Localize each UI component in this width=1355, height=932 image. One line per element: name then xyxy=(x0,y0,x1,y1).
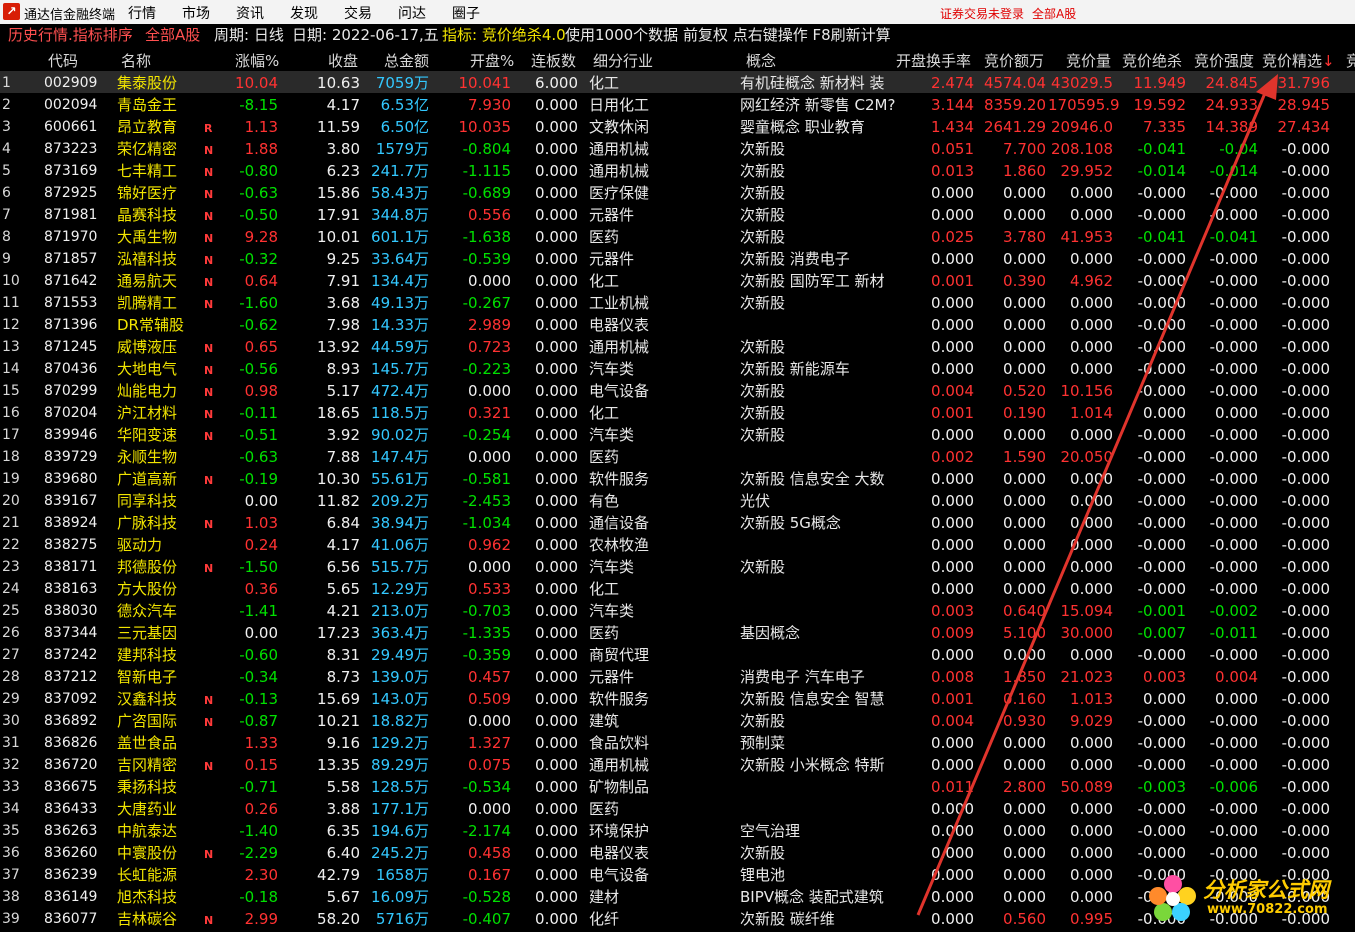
annotation-arrow-line xyxy=(916,85,1270,916)
annotation-arrow-head xyxy=(1256,74,1278,100)
flower-logo-icon xyxy=(1149,875,1196,921)
watermark-name: 分析家公式网 xyxy=(1203,878,1329,902)
annotation-arrow xyxy=(916,74,1278,916)
watermark-url: www.70822.com xyxy=(1207,902,1328,917)
watermark: 分析家公式网 www.70822.com xyxy=(1145,870,1350,926)
